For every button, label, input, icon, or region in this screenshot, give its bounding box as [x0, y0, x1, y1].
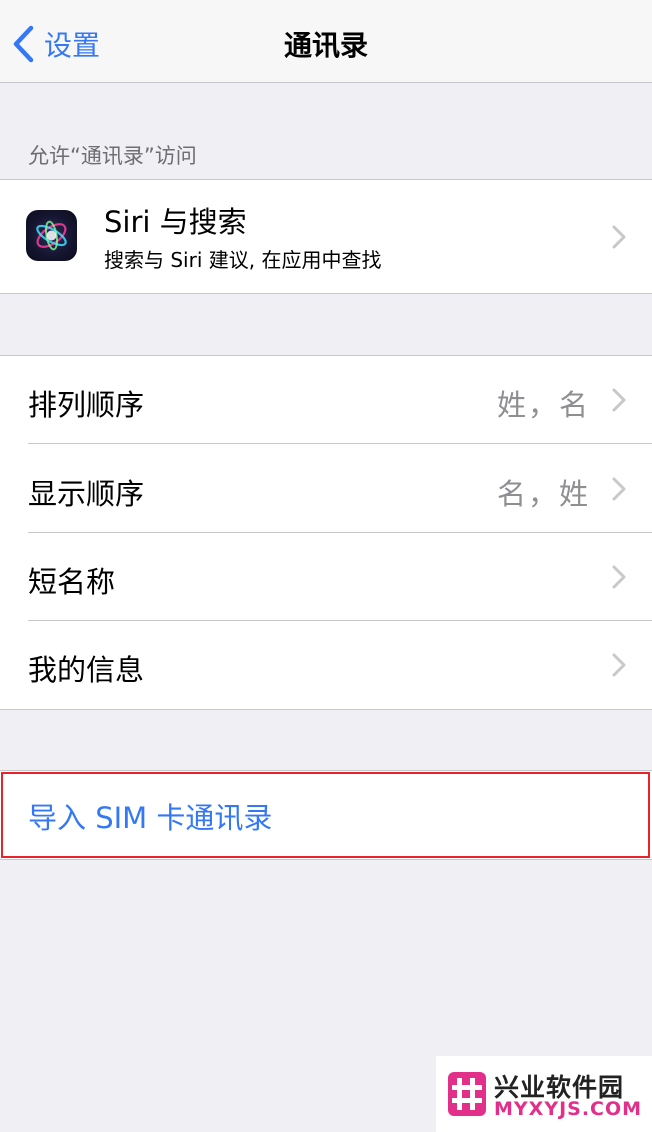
watermark-logo-icon — [448, 1072, 486, 1116]
import-sim-group: 导入 SIM 卡通讯录 — [0, 770, 652, 860]
row-display-order-value: 名，姓 — [496, 477, 590, 511]
siri-group: Siri 与搜索 搜索与 Siri 建议, 在应用中查找 — [0, 179, 652, 294]
chevron-right-icon — [612, 225, 626, 249]
page-title: 通讯录 — [283, 29, 368, 62]
row-short-name-label: 短名称 — [28, 565, 116, 599]
row-display-order[interactable]: 显示顺序 名，姓 — [0, 444, 652, 533]
siri-search-row[interactable]: Siri 与搜索 搜索与 Siri 建议, 在应用中查找 — [0, 180, 652, 293]
row-my-info-label: 我的信息 — [28, 653, 145, 687]
chevron-right-icon — [612, 477, 626, 501]
chevron-right-icon — [612, 653, 626, 677]
chevron-right-icon — [612, 388, 626, 412]
watermark-url: MYXYJS.COM — [494, 1098, 643, 1120]
siri-subtitle: 搜索与 Siri 建议, 在应用中查找 — [104, 248, 382, 272]
row-display-order-label: 显示顺序 — [28, 477, 145, 511]
siri-title: Siri 与搜索 — [104, 205, 247, 239]
import-sim-contacts-button[interactable]: 导入 SIM 卡通讯录 — [28, 795, 272, 837]
row-short-name[interactable]: 短名称 — [0, 533, 652, 621]
row-sort-order-label: 排列顺序 — [28, 388, 145, 422]
siri-icon — [26, 210, 77, 261]
row-my-info[interactable]: 我的信息 — [0, 621, 652, 709]
chevron-right-icon — [612, 565, 626, 589]
watermark: 兴业软件园 MYXYJS.COM — [436, 1056, 652, 1132]
section-header-access: 允许“通讯录”访问 — [28, 144, 197, 168]
sort-display-group: 排列顺序 姓，名 显示顺序 名，姓 短名称 我的信息 — [0, 355, 652, 710]
navigation-bar: 设置 通讯录 — [0, 0, 652, 83]
row-sort-order[interactable]: 排列顺序 姓，名 — [0, 356, 652, 444]
row-sort-order-value: 姓，名 — [496, 388, 590, 422]
